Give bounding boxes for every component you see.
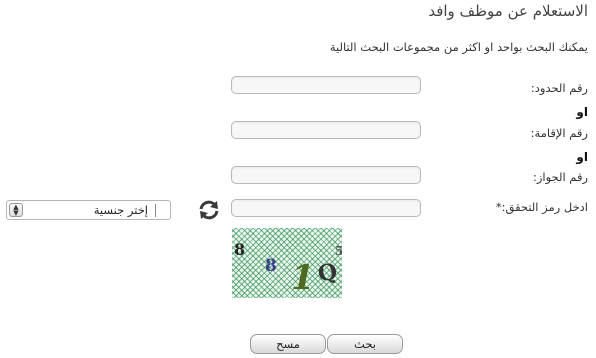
captcha-image: 8 8 1 Q 5 0 (232, 228, 342, 298)
or-separator-2: او (576, 150, 588, 164)
captcha-char: 8 (234, 240, 246, 259)
select-divider (155, 204, 156, 217)
captcha-char: 5 (335, 244, 342, 258)
border-number-input[interactable] (231, 76, 421, 94)
nationality-select[interactable]: إختر جنسية ▲ ▼ (6, 200, 171, 220)
passport-number-input[interactable] (231, 166, 421, 184)
passport-number-label: رقم الجواز: (532, 170, 588, 184)
captcha-char: 1 (291, 258, 315, 298)
nationality-select-value: إختر جنسية (93, 203, 148, 217)
captcha-label: ادخل رمز التحقق:* (495, 200, 588, 214)
iqama-number-label: رقم الإقامة: (530, 126, 588, 140)
page-title: الاستعلام عن موظف وافد (428, 2, 588, 20)
border-number-label: رقم الحدود: (530, 81, 588, 95)
captcha-char: Q (315, 258, 340, 288)
captcha-char: 8 (265, 256, 277, 276)
search-intro-text: يمكنك البحث بواحد او اكثر من مجموعات الب… (329, 40, 588, 54)
iqama-number-input[interactable] (231, 121, 421, 139)
or-separator-1: او (576, 105, 588, 119)
clear-button[interactable]: مسح (250, 334, 326, 354)
refresh-captcha-icon[interactable] (197, 198, 221, 222)
captcha-input[interactable] (231, 199, 421, 217)
search-button[interactable]: بحث (327, 334, 403, 354)
up-down-stepper-icon[interactable]: ▲ ▼ (9, 203, 23, 217)
